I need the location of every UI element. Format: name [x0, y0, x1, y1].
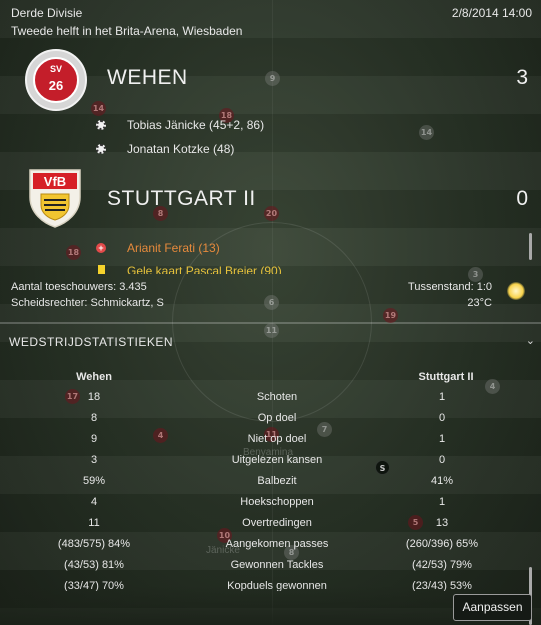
stat-label: Niet op doel: [247, 433, 307, 445]
stats-section-title: WEDSTRIJDSTATISTIEKEN: [9, 335, 174, 349]
yellow-card-icon: [96, 264, 106, 274]
player-marker[interactable]: 20: [264, 206, 279, 221]
competition-name: Derde Divisie: [11, 6, 83, 20]
stat-label: Balbezit: [257, 475, 297, 487]
player-marker[interactable]: 19: [383, 308, 398, 323]
event-text[interactable]: Tobias Jänicke (45+2, 86): [127, 118, 264, 132]
stat-label: Hoekschoppen: [240, 496, 314, 508]
player-marker[interactable]: 9: [265, 71, 280, 86]
stat-home-value: 18: [87, 391, 101, 403]
player-marker[interactable]: 3: [468, 267, 483, 282]
stat-away-value: 13: [435, 517, 449, 529]
stats-away-header: Stuttgart II: [418, 371, 474, 383]
crest-number: 26: [48, 78, 64, 93]
stat-away-value: 1: [438, 433, 446, 445]
wehen-crest[interactable]: SV 26: [25, 49, 87, 111]
player-marker[interactable]: 18: [66, 245, 81, 260]
event-text[interactable]: Gele kaart Pascal Breier (90): [127, 264, 282, 274]
stats-row: 59% Balbezit 41%: [0, 475, 541, 496]
away-event-yellow-card: Gele kaart Pascal Breier (90): [96, 264, 282, 274]
stats-row: 18 Schoten 1: [0, 391, 541, 412]
player-marker[interactable]: 11: [264, 323, 279, 338]
stats-row: 4 Hoekschoppen 1: [0, 496, 541, 517]
svg-text:VfB: VfB: [44, 174, 66, 189]
home-score: 3: [516, 66, 528, 89]
customize-button[interactable]: Aanpassen: [453, 594, 532, 621]
stats-row: 8 Op doel 0: [0, 412, 541, 433]
stat-home-value: 8: [90, 412, 98, 424]
stats-home-header: Wehen: [76, 371, 112, 383]
stat-label: Schoten: [256, 391, 298, 403]
events-scrollbar[interactable]: [529, 233, 532, 260]
ball-icon: [96, 120, 106, 130]
stat-home-value: (43/53) 81%: [64, 559, 124, 571]
stats-row: 11 Overtredingen 13: [0, 517, 541, 538]
stat-away-value: 0: [438, 454, 446, 466]
stats-row: (43/53) 81% Gewonnen Tackles (42/53) 79%: [0, 559, 541, 580]
vfb-stuttgart-crest[interactable]: VfB: [27, 167, 83, 229]
chevron-down-icon[interactable]: ⌄: [526, 334, 535, 347]
stats-row: 3 Uitgelezen kansen 0: [0, 454, 541, 475]
stat-home-value: 9: [90, 433, 98, 445]
player-marker[interactable]: 6: [264, 295, 279, 310]
stat-away-value: (42/53) 79%: [412, 559, 472, 571]
stat-away-value: 1: [438, 496, 446, 508]
stat-label: Uitgelezen kansen: [231, 454, 323, 466]
stat-home-value: 3: [90, 454, 98, 466]
home-team-name[interactable]: WEHEN: [107, 66, 188, 90]
away-team-name[interactable]: STUTTGART II: [107, 187, 256, 211]
away-event-substitution: + Arianit Ferati (13): [96, 241, 220, 255]
stat-label: Aangekomen passes: [225, 538, 329, 550]
stat-label: Overtredingen: [242, 517, 312, 529]
stat-away-value: 0: [438, 412, 446, 424]
stat-home-value: 59%: [82, 475, 106, 487]
player-marker[interactable]: 14: [91, 101, 106, 116]
stat-label: Gewonnen Tackles: [230, 559, 324, 571]
ball-icon: [96, 144, 106, 154]
stats-row: (483/575) 84% Aangekomen passes (260/396…: [0, 538, 541, 559]
substitution-icon: +: [96, 243, 106, 253]
halftime-score: Tussenstand: 1:0: [408, 281, 492, 293]
event-text[interactable]: Jonatan Kotzke (48): [127, 142, 234, 156]
sun-weather-icon: [507, 282, 525, 300]
stat-away-value: 41%: [430, 475, 454, 487]
match-header: Derde Divisie Tweede helft in het Brita-…: [11, 4, 242, 40]
event-text[interactable]: Arianit Ferati (13): [127, 241, 220, 255]
crest-text: SV: [49, 64, 62, 74]
stats-row: 9 Niet op doel 1: [0, 433, 541, 454]
stat-home-value: 4: [90, 496, 98, 508]
player-marker[interactable]: 14: [419, 125, 434, 140]
temperature-text: 23°C: [467, 297, 492, 309]
stat-home-value: 11: [88, 517, 100, 529]
referee-text: Scheidsrechter: Schmickartz, S: [11, 297, 164, 309]
stat-away-value: 1: [438, 391, 446, 403]
stat-away-value: (260/396) 65%: [405, 538, 479, 550]
home-event-goal: Jonatan Kotzke (48): [96, 142, 234, 156]
away-score: 0: [516, 187, 528, 210]
stat-label: Op doel: [257, 412, 297, 424]
match-datetime: 2/8/2014 14:00: [451, 6, 532, 20]
attendance-text: Aantal toeschouwers: 3.435: [11, 281, 147, 293]
stat-home-value: (483/575) 84%: [57, 538, 131, 550]
match-status: Tweede helft in het Brita-Arena, Wiesbad…: [11, 24, 243, 38]
home-event-goal: Tobias Jänicke (45+2, 86): [96, 118, 264, 132]
